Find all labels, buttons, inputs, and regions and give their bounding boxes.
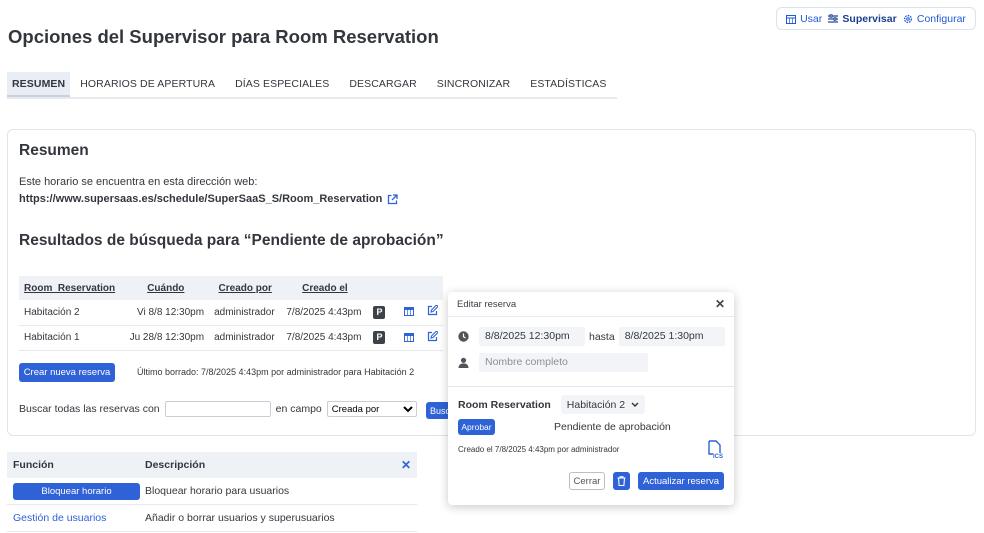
- search-row: Buscar todas las reservas con en campo C…: [19, 401, 417, 417]
- until-label: hasta: [589, 330, 615, 343]
- edit-reservation-dialog: Editar reserva ✕ 8/8/2025 12:30pm hasta …: [448, 292, 734, 505]
- table-row: Habitación 1 Ju 28/8 12:30pm administrad…: [19, 325, 443, 351]
- trash-icon: [617, 476, 626, 486]
- schedule-url[interactable]: https://www.supersaas.es/schedule/SuperS…: [19, 193, 398, 205]
- col-room[interactable]: Room_Reservation: [19, 276, 123, 300]
- col-when[interactable]: Cuándo: [122, 276, 210, 300]
- results-table: Room_Reservation Cuándo Creado por Cread…: [19, 276, 443, 351]
- search-button[interactable]: Buscar: [426, 402, 450, 419]
- dialog-title: Editar reserva: [457, 298, 517, 310]
- tab-bar: RESUMEN HORARIOS DE APERTURA DÍAS ESPECI…: [7, 72, 617, 99]
- schedule-url-text: https://www.supersaas.es/schedule/SuperS…: [19, 193, 383, 205]
- function-table-header: Función Descripción ✕: [7, 452, 417, 478]
- func-col-function: Función: [13, 459, 54, 471]
- nav-configurar-label: Configurar: [916, 12, 966, 25]
- block-schedule-button[interactable]: Bloquear horario: [13, 482, 140, 500]
- calendar-icon[interactable]: [404, 306, 415, 317]
- external-link-icon[interactable]: [387, 193, 398, 205]
- edit-icon[interactable]: [427, 304, 439, 316]
- dialog-divider: [448, 386, 734, 387]
- nav-configurar[interactable]: Configurar: [903, 13, 966, 25]
- summary-heading: Resumen: [19, 142, 89, 159]
- func-desc: Añadir o borrar usuarios y superusuarios: [145, 512, 335, 524]
- nav-usar-label: Usar: [800, 12, 823, 25]
- func-desc: Bloquear horario para usuarios: [145, 485, 290, 497]
- last-deleted-text: Último borrado: 7/8/2025 4:43pm por admi…: [137, 367, 415, 377]
- edit-icon[interactable]: [427, 329, 439, 342]
- approve-button[interactable]: Aprobar: [458, 419, 495, 435]
- page-title: Opciones del Supervisor para Room Reserv…: [8, 26, 439, 47]
- chevron-down-icon: [631, 402, 639, 407]
- cell-by: administrador: [209, 325, 282, 351]
- list-item: Bloquear horario Bloquear horario para u…: [7, 478, 417, 505]
- room-label: Room Reservation: [458, 398, 551, 411]
- created-info: Creado el 7/8/2025 4:43pm por administra…: [458, 445, 620, 454]
- cell-by: administrador: [209, 300, 282, 326]
- search-field-select[interactable]: Creada por: [326, 401, 417, 417]
- table-row: Habitación 2 Vi 8/8 12:30pm administrado…: [19, 300, 443, 326]
- user-management-link[interactable]: Gestión de usuarios: [7, 512, 145, 524]
- close-icon[interactable]: ✕: [715, 297, 725, 311]
- room-select[interactable]: Habitación 2: [560, 395, 646, 414]
- calendar-icon[interactable]: [404, 332, 415, 342]
- nav-usar[interactable]: Usar: [786, 13, 822, 25]
- tab-sincronizar[interactable]: SINCRONIZAR: [427, 72, 520, 97]
- nav-supervisar-label: Supervisar: [842, 12, 897, 25]
- tab-estadisticas[interactable]: ESTADÍSTICAS: [520, 72, 616, 97]
- tab-resumen[interactable]: RESUMEN: [7, 72, 71, 97]
- new-reservation-button[interactable]: Crear nueva reserva: [19, 363, 115, 382]
- room-select-value: Habitación 2: [566, 398, 626, 411]
- top-nav: Usar Supervisar Configurar: [776, 7, 976, 30]
- close-button[interactable]: Cerrar: [569, 472, 605, 490]
- cell-when: Ju 28/8 12:30pm: [122, 325, 210, 351]
- status-row: Aprobar Pendiente de aprobación: [458, 419, 671, 435]
- col-created[interactable]: Creado el: [281, 276, 369, 300]
- search-field-label: en campo: [275, 403, 322, 415]
- end-datetime-field[interactable]: 8/8/2025 1:30pm: [618, 327, 725, 346]
- update-reservation-button[interactable]: Actualizar reserva: [638, 472, 724, 490]
- address-label: Este horario se encuentra en esta direcc…: [19, 176, 258, 188]
- function-table: Función Descripción ✕ Bloquear horario B…: [7, 452, 417, 532]
- delete-button[interactable]: [613, 472, 630, 490]
- gear-icon: [903, 14, 912, 23]
- col-actions: [391, 276, 443, 300]
- ics-download-icon[interactable]: ICS: [707, 440, 724, 459]
- room-row: Room Reservation Habitación 2: [458, 395, 646, 414]
- search-label: Buscar todas las reservas con: [19, 403, 160, 415]
- sliders-icon: [828, 13, 839, 23]
- search-input[interactable]: [164, 401, 271, 417]
- func-col-description: Descripción: [145, 459, 206, 471]
- calendar-icon: [786, 14, 797, 24]
- clock-icon: [458, 331, 469, 342]
- time-row: 8/8/2025 12:30pm hasta 8/8/2025 1:30pm: [458, 327, 725, 346]
- svg-text:ICS: ICS: [713, 454, 723, 459]
- tab-horarios[interactable]: HORARIOS DE APERTURA: [70, 72, 225, 97]
- user-icon: [458, 357, 469, 368]
- close-icon[interactable]: ✕: [401, 458, 411, 472]
- tab-descargar[interactable]: DESCARGAR: [339, 72, 426, 97]
- nav-supervisar[interactable]: Supervisar: [828, 12, 897, 25]
- tab-dias-especiales[interactable]: DÍAS ESPECIALES: [225, 72, 339, 97]
- cell-room: Habitación 1: [19, 325, 123, 351]
- name-row: Nombre completo: [458, 353, 648, 372]
- dialog-header: Editar reserva ✕: [448, 292, 734, 317]
- pending-badge: P: [373, 331, 386, 344]
- cell-when: Vi 8/8 12:30pm: [122, 300, 210, 326]
- status-text: Pendiente de aprobación: [554, 421, 671, 433]
- list-item: Gestión de usuarios Añadir o borrar usua…: [7, 505, 417, 532]
- col-badge: [368, 276, 391, 300]
- cell-created: 7/8/2025 4:43pm: [281, 300, 369, 326]
- results-heading: Resultados de búsqueda para “Pendiente d…: [19, 232, 444, 249]
- start-datetime-field[interactable]: 8/8/2025 12:30pm: [479, 327, 585, 346]
- cell-created: 7/8/2025 4:43pm: [281, 325, 369, 351]
- cell-room: Habitación 2: [19, 300, 123, 326]
- col-by[interactable]: Creado por: [209, 276, 282, 300]
- pending-badge: P: [373, 305, 386, 319]
- full-name-input[interactable]: Nombre completo: [479, 353, 648, 372]
